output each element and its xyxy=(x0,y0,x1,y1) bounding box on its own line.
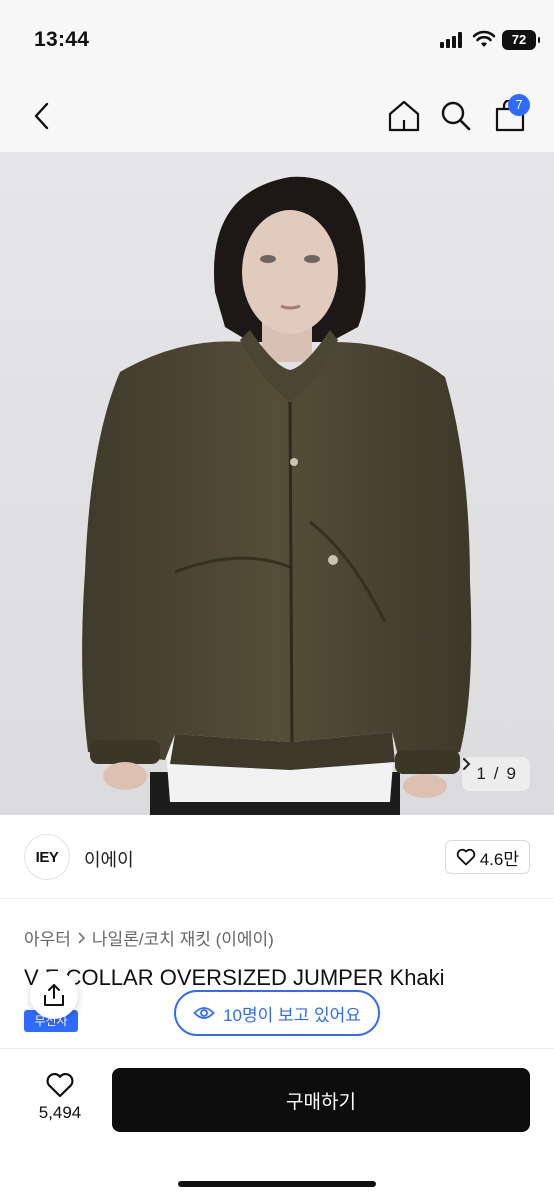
heart-icon xyxy=(46,1072,74,1098)
brand-like-button[interactable]: 4.6만 xyxy=(444,840,530,874)
cellular-signal-icon xyxy=(440,32,466,48)
chevron-right-icon xyxy=(78,931,86,944)
status-time: 13:44 xyxy=(34,28,90,51)
image-counter[interactable]: 1 / 9 xyxy=(462,757,530,791)
brand-name[interactable]: 이에이 xyxy=(84,846,134,872)
brand-logo[interactable]: IEY xyxy=(24,834,70,880)
breadcrumb: 아우터 나일론/코치 재킷 (이에이) xyxy=(24,925,274,950)
search-icon xyxy=(441,101,471,131)
image-counter-current: 1 xyxy=(476,764,486,783)
status-bar: 13:44 72 xyxy=(0,0,554,80)
cart-count-badge: 7 xyxy=(508,94,530,116)
eye-icon xyxy=(193,1007,215,1019)
share-icon xyxy=(44,984,64,1006)
battery-indicator: 72 xyxy=(502,30,540,50)
product-title: V E COLLAR OVERSIZED JUMPER Khaki xyxy=(24,965,445,990)
bottom-purchase-bar: 5,494 구매하기 xyxy=(0,1048,554,1200)
viewers-indicator: 10명이 보고 있어요 xyxy=(174,990,380,1036)
image-counter-total: 9 xyxy=(506,764,516,783)
brand-like-count: 4.6만 xyxy=(479,849,519,869)
chevron-right-icon xyxy=(463,758,471,770)
home-button[interactable] xyxy=(380,92,428,140)
search-button[interactable] xyxy=(432,92,480,140)
home-indicator[interactable] xyxy=(178,1181,376,1187)
cart-button[interactable]: 7 xyxy=(486,92,534,140)
back-button[interactable] xyxy=(18,92,66,140)
brand-row: IEY 이에이 4.6만 xyxy=(0,815,554,899)
product-image-carousel[interactable]: 1 / 9 xyxy=(0,152,554,815)
image-counter-separator: / xyxy=(493,764,499,783)
share-button[interactable] xyxy=(30,971,78,1019)
buy-button[interactable]: 구매하기 xyxy=(112,1068,530,1132)
viewers-text: 10명이 보고 있어요 xyxy=(223,1005,361,1025)
breadcrumb-subcategory[interactable]: 나일론/코치 재킷 (이에이) xyxy=(92,925,274,950)
wishlist-button[interactable]: 5,494 xyxy=(26,1071,94,1123)
product-photo xyxy=(0,152,554,815)
wifi-icon xyxy=(472,30,496,47)
top-navigation: 7 xyxy=(0,80,554,152)
back-icon xyxy=(34,102,49,130)
home-icon xyxy=(388,100,420,132)
heart-icon xyxy=(456,848,475,866)
breadcrumb-category[interactable]: 아우터 xyxy=(24,925,71,950)
wishlist-count: 5,494 xyxy=(38,1103,82,1122)
